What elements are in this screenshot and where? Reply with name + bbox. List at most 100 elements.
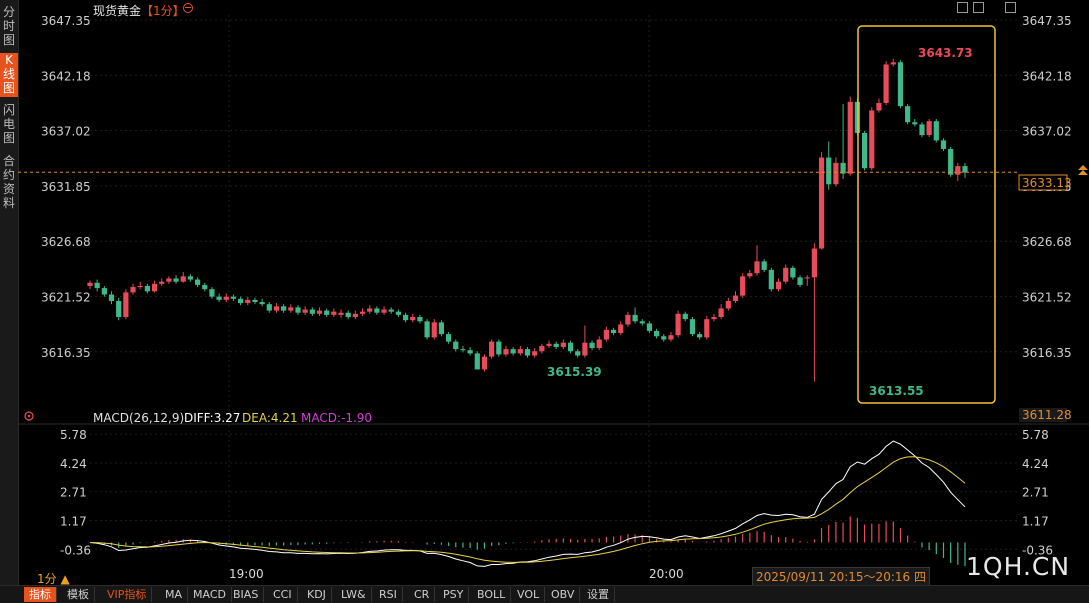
tab-template[interactable]: 模板 xyxy=(62,587,95,602)
tab-cr[interactable]: CR xyxy=(409,587,436,602)
candle-body xyxy=(266,304,272,311)
macd-dea-line xyxy=(89,456,966,563)
candle-body xyxy=(682,313,688,320)
candle-body xyxy=(575,351,581,356)
tab-settings[interactable]: 设置 xyxy=(582,587,615,602)
candle-body xyxy=(740,276,746,296)
candle-body xyxy=(653,330,660,337)
candle-body xyxy=(897,62,904,107)
candle-body xyxy=(718,308,724,318)
candle-body xyxy=(811,248,817,278)
candle-body xyxy=(108,294,115,301)
tab-rsi[interactable]: RSI xyxy=(374,587,403,602)
price-tick-label-left: 3626.68 xyxy=(41,235,91,249)
candle-body xyxy=(94,282,100,289)
tab-indicators[interactable]: 指标 xyxy=(24,587,57,602)
candle-body xyxy=(697,334,703,338)
candle-body xyxy=(151,283,158,292)
candle-body xyxy=(216,296,222,300)
candle-body xyxy=(761,261,767,270)
candle-body xyxy=(818,157,825,249)
candle-body xyxy=(704,319,710,338)
candle-body xyxy=(603,329,609,340)
candle-body xyxy=(589,342,595,349)
candle-body xyxy=(359,311,366,314)
macd-tick-label-left: -0.36 xyxy=(60,543,91,557)
x-label-1900: 19:00 xyxy=(229,567,264,581)
candle-body xyxy=(869,110,875,169)
macd-tick-label-right: 4.24 xyxy=(1022,457,1049,471)
x-label-2000: 20:00 xyxy=(649,567,684,581)
tab-vol[interactable]: VOL xyxy=(512,587,546,602)
low-annotation-right: 3613.55 xyxy=(869,384,924,398)
macd-tick-label-left: 2.71 xyxy=(60,486,87,500)
candle-body xyxy=(883,64,889,103)
price-tick-label-left: 3631.85 xyxy=(41,180,91,194)
candle-body xyxy=(532,351,538,356)
tab-obv[interactable]: OBV xyxy=(546,587,581,602)
candle-body xyxy=(374,308,380,313)
candle-body xyxy=(209,289,215,297)
lower-price-label: 3611.28 xyxy=(1022,408,1072,422)
candle-body xyxy=(797,277,803,285)
price-tick-label-right: 3637.02 xyxy=(1022,125,1072,139)
candle-body xyxy=(560,342,566,347)
high-annotation: 3643.73 xyxy=(918,46,973,60)
tab-boll[interactable]: BOLL xyxy=(472,587,512,602)
candle-body xyxy=(324,310,330,315)
candle-body xyxy=(137,285,143,288)
tab-kdj[interactable]: KDJ xyxy=(302,587,332,602)
candle-body xyxy=(567,342,574,352)
candle-body xyxy=(905,106,911,123)
candle-body xyxy=(345,312,351,318)
candle-body xyxy=(395,311,402,315)
candle-body xyxy=(933,121,939,141)
candle-body xyxy=(618,324,624,334)
macd-tick-label-left: 5.78 xyxy=(60,428,87,442)
candle-body xyxy=(474,353,480,370)
candle-body xyxy=(309,309,315,314)
candle-body xyxy=(546,343,552,346)
tab-bias[interactable]: BIAS xyxy=(228,587,265,602)
candle-body xyxy=(919,124,925,136)
candle-body xyxy=(610,329,617,334)
candle-body xyxy=(790,267,796,278)
candle-body xyxy=(87,282,93,286)
tab-ma[interactable]: MA xyxy=(160,587,189,602)
candle-body xyxy=(259,302,265,305)
candle-body xyxy=(948,148,954,175)
macd-settings-dot xyxy=(27,414,31,418)
candle-body xyxy=(187,276,194,280)
candle-body xyxy=(202,284,208,290)
chart-canvas[interactable]: 3647.35 3647.35 3642.18 3642.18 3637.02 3637.… xyxy=(0,0,1089,585)
tab-cci[interactable]: CCI xyxy=(268,587,298,602)
tab-psy[interactable]: PSY xyxy=(438,587,470,602)
tab-vip-indicators[interactable]: VIP指标 xyxy=(102,587,153,602)
price-marker-arrow-icon xyxy=(1078,165,1088,170)
candle-body xyxy=(338,312,344,315)
candle-body xyxy=(101,288,107,295)
tab-lw[interactable]: LW& xyxy=(336,587,372,602)
tab-macd[interactable]: MACD xyxy=(188,587,232,602)
candle-body xyxy=(847,101,853,174)
candle-body xyxy=(173,278,179,282)
candle-body xyxy=(926,121,932,136)
candle-body xyxy=(123,292,129,318)
candle-body xyxy=(833,162,839,185)
macd-tick-label-right: 2.71 xyxy=(1022,486,1049,500)
candle-body xyxy=(388,309,394,312)
candle-body xyxy=(890,62,896,65)
candle-body xyxy=(596,339,602,349)
watermark: 1QH.CN xyxy=(966,552,1071,581)
highlight-box xyxy=(857,25,996,404)
macd-diff-label: DIFF:3.27 xyxy=(184,411,240,425)
price-tick-label-right: 3616.35 xyxy=(1022,346,1072,360)
time-range-label: 2025/09/11 20:15～20:16 四 xyxy=(752,567,930,586)
candle-body xyxy=(768,269,774,290)
macd-tick-label-right: 5.78 xyxy=(1022,428,1049,442)
candle-body xyxy=(166,278,172,282)
candle-body xyxy=(144,285,150,292)
candle-body xyxy=(503,349,509,355)
candle-body xyxy=(639,321,645,324)
candle-body xyxy=(381,309,387,313)
